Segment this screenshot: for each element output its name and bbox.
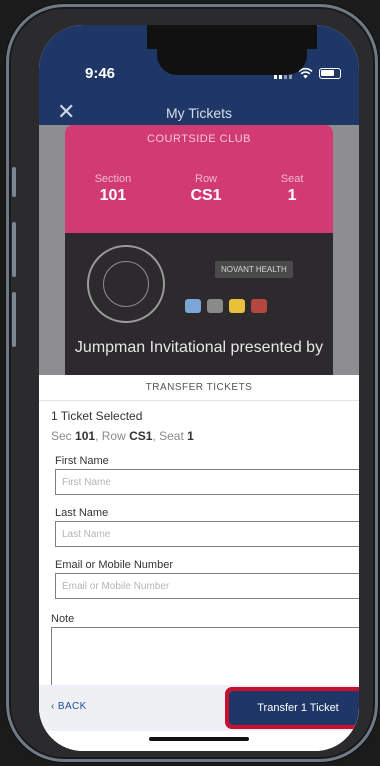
event-image: NOVANT HEALTH Jumpman Invitational prese… [65,233,333,375]
last-name-input[interactable] [55,521,359,547]
seat-value-inline: 1 [187,429,194,443]
page-title: My Tickets [165,105,233,121]
battery-icon [319,67,341,79]
team-logos [185,299,267,313]
selected-count: 1 Ticket Selected [51,409,143,423]
seat-value: 1 [287,187,297,204]
seat-label: Seat [280,173,304,185]
home-indicator [149,737,249,741]
ticket-backdrop: COURTSIDE CLUB Section 101 Row CS1 Seat … [39,125,359,375]
contact-label: Email or Mobile Number [55,559,173,571]
note-label: Note [51,613,75,625]
mute-switch [12,167,16,197]
sheet-title: TRANSFER TICKETS [39,375,359,401]
volume-down-button [12,292,16,347]
back-button[interactable]: ‹ BACK [51,701,87,712]
jumpman-logo [87,245,165,323]
seat-label-inline: , Seat [152,429,184,443]
row-label-inline: , Row [95,429,126,443]
ticket-card[interactable]: COURTSIDE CLUB Section 101 Row CS1 Seat … [65,125,333,375]
first-name-input[interactable] [55,469,359,495]
section-column: Section 101 [95,173,132,205]
selected-seat-detail: Sec 101, Row CS1, Seat 1 [51,429,194,443]
notch [157,43,307,75]
row-label: Row [195,173,218,185]
row-value-inline: CS1 [129,429,153,443]
chevron-left-icon: ‹ [51,701,58,712]
last-name-label: Last Name [55,507,109,519]
phone-frame: 9:46 ✕ My Tickets COURTSIDE CLUB Section… [6,4,378,762]
event-name: Jumpman Invitational presented by [74,339,324,356]
sheet-footer: ‹ BACK Transfer 1 Ticket [39,685,359,731]
transfer-ticket-button[interactable]: Transfer 1 Ticket [225,687,359,729]
sponsor-logo: NOVANT HEALTH [215,261,293,278]
seat-info: Section 101 Row CS1 Seat 1 [65,173,333,205]
volume-up-button [12,222,16,277]
back-label: BACK [57,701,87,712]
section-value: 101 [99,187,127,204]
note-textarea[interactable] [51,627,359,687]
first-name-label: First Name [55,455,109,467]
phone-screen: 9:46 ✕ My Tickets COURTSIDE CLUB Section… [39,25,359,751]
section-label: Section [94,173,132,185]
seat-column: Seat 1 [281,173,304,205]
row-value: CS1 [190,187,222,204]
ticket-section-name: COURTSIDE CLUB [147,133,251,145]
sec-value: 101 [75,429,96,443]
transfer-sheet: TRANSFER TICKETS 1 Ticket Selected Sec 1… [39,375,359,751]
status-time: 9:46 [85,65,116,82]
sec-label: Sec [51,429,72,443]
contact-input[interactable] [55,573,359,599]
row-column: Row CS1 [190,173,221,205]
